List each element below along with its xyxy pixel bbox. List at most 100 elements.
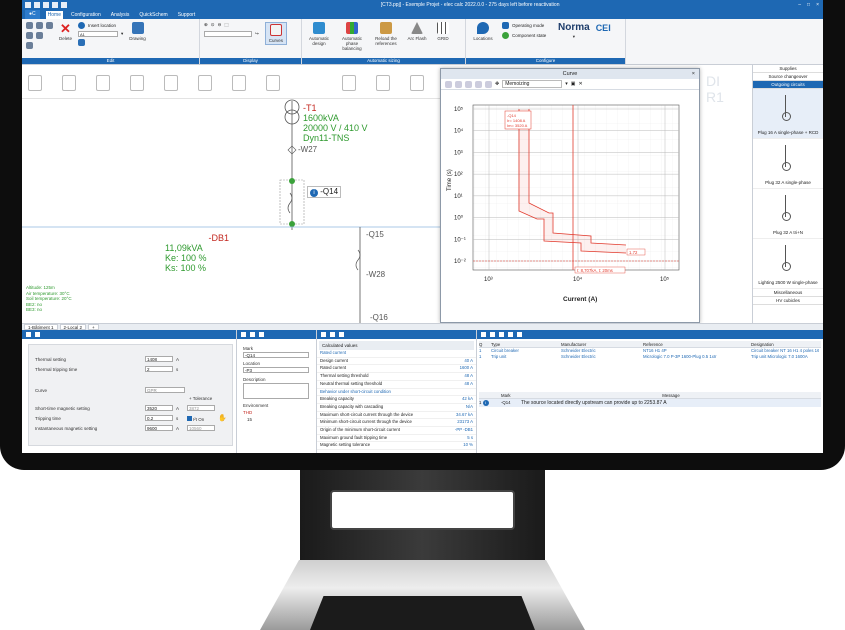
operating-mode-button[interactable]: Operating mode <box>502 22 552 29</box>
q15-label[interactable]: -Q15 <box>366 230 384 240</box>
checkbox-icon <box>187 416 192 421</box>
undo-icon[interactable] <box>52 2 58 8</box>
q14-label[interactable]: i -Q14 <box>307 186 342 198</box>
miscellaneous-header[interactable]: Miscellaneous <box>753 289 823 297</box>
close-icon[interactable]: × <box>816 2 819 8</box>
w27-label[interactable]: -W27 <box>298 145 317 155</box>
menu-home[interactable]: Home <box>45 11 63 19</box>
table-row[interactable]: 1 Trip unit Schneider Electric Micrologi… <box>479 354 821 360</box>
save-icon[interactable] <box>43 2 49 8</box>
table-row[interactable]: 1 i -Q14 The source located directly ups… <box>479 399 821 407</box>
ribbon-group-edit: ✕ Delete Insert location A1 ▾ Drawing Edi… <box>22 19 200 64</box>
library-item[interactable]: Plug 32 A single-phase <box>753 139 823 189</box>
description-input[interactable] <box>243 383 309 399</box>
zoom-in-icon[interactable]: ⊕ <box>204 22 208 28</box>
menu-quickschem[interactable]: QuickSchem <box>137 11 169 19</box>
hv-cubicles-header[interactable]: HV cubicles <box>753 297 823 305</box>
export-icon[interactable] <box>445 80 452 88</box>
location-input[interactable]: A1 <box>78 31 119 37</box>
tripping-curve-chart[interactable]: 10⁵10⁴10³10²10¹10⁰10⁻¹10⁻² 10³ 10⁴ 10⁵ -Q1… <box>441 91 699 323</box>
zoom-out-icon[interactable]: ⊖ <box>218 22 222 28</box>
copy-icon[interactable] <box>465 80 472 88</box>
y-axis-label: Time (s) <box>447 169 453 191</box>
w28-label[interactable]: -W28 <box>366 270 385 280</box>
menu-analysis[interactable]: Analysis <box>109 11 132 19</box>
calc-row: Magnetic setting tolerance 10 % <box>317 442 476 451</box>
reload-references-button[interactable]: Reload the references <box>372 22 400 46</box>
grid-button[interactable]: GRID <box>434 22 452 41</box>
chevron-down-icon[interactable]: ▾ <box>121 31 123 37</box>
legend-icon[interactable] <box>485 80 492 88</box>
short-time-input[interactable]: 3520 <box>145 405 173 411</box>
curves-button[interactable]: Curves <box>264 22 288 45</box>
drawing-button[interactable]: Drawing <box>129 22 146 41</box>
thermal-tripping-time-input[interactable]: 2 <box>145 366 173 372</box>
y-tick-label: 10⁰ <box>454 215 464 222</box>
monitor-bezel: [CT3.ppj] - Exemple Projet - elec calc 2… <box>0 0 845 470</box>
format-icon[interactable] <box>26 32 33 39</box>
source-changeover-header[interactable]: Source changeover <box>753 73 823 81</box>
component-state-button[interactable]: Component state <box>502 32 552 39</box>
paste-icon[interactable] <box>46 22 53 29</box>
curve-select[interactable]: GPR <box>145 387 185 393</box>
db1-label[interactable]: -DB1 <box>187 233 229 243</box>
minimize-icon[interactable]: – <box>798 2 801 8</box>
save-icon[interactable]: ▣ <box>571 81 576 87</box>
calc-row: Thermal setting threshold 48 A <box>317 373 476 381</box>
chevron-down-icon[interactable]: ▾ <box>565 81 568 87</box>
settings-icon[interactable] <box>475 80 482 88</box>
plug-icon <box>782 195 791 221</box>
library-item[interactable]: Plug 16 A single-phase + RCD <box>753 89 823 139</box>
supplies-header[interactable]: Supplies <box>753 65 823 73</box>
group-icon[interactable] <box>26 42 33 49</box>
mark-input[interactable]: -Q14 <box>243 352 309 358</box>
hand-icon[interactable]: ✋ <box>218 414 227 422</box>
cut-icon[interactable] <box>26 22 33 29</box>
curve-window-title: Curve × <box>441 69 699 79</box>
locations-button[interactable]: Locations <box>470 22 496 41</box>
unit-label: s <box>176 367 179 372</box>
curves-icon <box>269 24 282 36</box>
ribbon-group-label: Configure <box>466 58 625 64</box>
outgoing-circuits-header[interactable]: Outgoing circuits <box>753 81 823 89</box>
memoizing-select[interactable]: Memoizing <box>502 80 563 88</box>
library-item[interactable]: Lighting 2500 W single-phase <box>753 239 823 289</box>
arc-flash-button[interactable]: Arc Flash <box>406 22 428 41</box>
zoom-input[interactable] <box>204 31 252 37</box>
insert-location-button[interactable]: Insert location <box>78 22 123 29</box>
location-input[interactable]: -P3 <box>243 367 309 373</box>
align-icon[interactable] <box>36 32 43 39</box>
i2t-checkbox[interactable]: I²t On <box>187 416 204 422</box>
open-icon[interactable] <box>34 2 40 8</box>
menu-configuration[interactable]: Configuration <box>69 11 103 19</box>
automatic-design-button[interactable]: Automatic design <box>306 22 332 46</box>
balance-icon <box>346 22 358 34</box>
zoom-icon[interactable]: ⊙ <box>211 22 215 28</box>
close-icon[interactable]: × <box>692 69 695 79</box>
thermal-setting-input[interactable]: 1408 <box>145 356 173 362</box>
close-icon[interactable] <box>259 332 264 337</box>
norma-button[interactable]: Norma ▾ <box>558 22 590 39</box>
q16-label[interactable]: -Q16 <box>370 313 388 323</box>
clear-icon[interactable]: ✕ <box>578 81 582 87</box>
copy-icon[interactable] <box>36 22 43 29</box>
print-icon[interactable] <box>455 80 462 88</box>
pin-icon[interactable] <box>241 332 246 337</box>
file-menu[interactable]: ●C <box>25 10 40 19</box>
tripping-time-input[interactable]: 0.2 <box>145 415 173 421</box>
instantaneous-input[interactable]: 9600 <box>145 425 173 431</box>
library-item[interactable]: Plug 32 A tri+N <box>753 189 823 239</box>
link-icon[interactable] <box>78 39 86 46</box>
delete-button[interactable]: ✕ Delete <box>59 22 72 42</box>
fit-icon[interactable]: ⬚ <box>224 22 228 28</box>
new-icon[interactable] <box>25 2 31 8</box>
cei-button[interactable]: CEI <box>596 22 611 34</box>
move-icon[interactable]: ✥ <box>495 81 499 87</box>
phase-balancing-button[interactable]: Automatic phase balancing <box>338 22 366 51</box>
gear-icon[interactable] <box>250 332 255 337</box>
x-tick-label: 10⁴ <box>573 276 583 283</box>
redo-icon[interactable] <box>61 2 67 8</box>
maximize-icon[interactable]: □ <box>807 2 810 8</box>
pan-icon[interactable]: ↪ <box>255 31 259 37</box>
menu-support[interactable]: Support <box>176 11 198 19</box>
